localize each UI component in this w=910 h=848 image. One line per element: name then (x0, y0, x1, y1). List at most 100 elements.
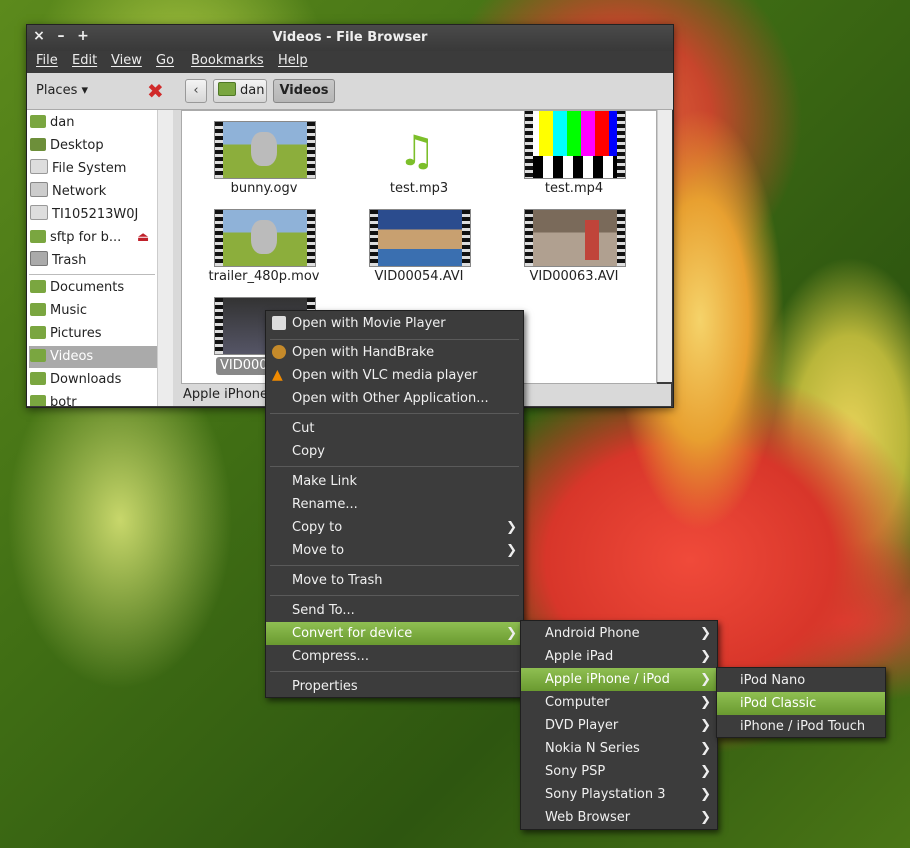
file-thumbnail-vid00054[interactable] (369, 209, 471, 267)
sidebar-label: Documents (50, 280, 125, 295)
menu-help[interactable]: Help (278, 53, 308, 68)
menu-label: iPod Nano (740, 673, 806, 688)
sidebar-item-drive[interactable]: TI105213W0J (29, 204, 157, 226)
file-name[interactable]: VID00054.AVI (344, 269, 494, 284)
sidebar-item-sftp[interactable]: sftp for b... ⏏ (29, 227, 157, 249)
file-view-scrollbar[interactable] (657, 110, 672, 382)
vlc-cone-icon: ▲ (272, 367, 283, 383)
trash-icon (30, 251, 48, 266)
back-button[interactable]: ‹ (185, 79, 207, 103)
menu-item-sony-psp[interactable]: Sony PSP ❯ (521, 760, 717, 783)
menu-item-compress[interactable]: Compress... (266, 645, 523, 668)
menu-item-web-browser[interactable]: Web Browser ❯ (521, 806, 717, 829)
chevron-right-icon: ❯ (700, 695, 711, 710)
sidebar-item-trash[interactable]: Trash (29, 250, 157, 272)
menu-item-apple-ipad[interactable]: Apple iPad ❯ (521, 645, 717, 668)
menu-item-move-to-trash[interactable]: Move to Trash (266, 569, 523, 592)
documents-folder-icon (30, 280, 46, 293)
menu-item-cut[interactable]: Cut (266, 417, 523, 440)
file-thumbnail-bunny[interactable] (214, 121, 316, 179)
menu-label: iPod Classic (740, 696, 817, 711)
menu-label: Make Link (292, 474, 357, 489)
menu-item-dvd-player[interactable]: DVD Player ❯ (521, 714, 717, 737)
folder-icon (30, 395, 46, 406)
menu-separator (270, 595, 519, 596)
places-dropdown[interactable]: Places ▾ (36, 83, 88, 98)
menu-go[interactable]: Go (156, 53, 174, 68)
file-name[interactable]: trailer_480p.mov (189, 269, 339, 284)
menu-item-ipod-nano[interactable]: iPod Nano (717, 669, 885, 692)
chevron-right-icon: ❯ (700, 626, 711, 641)
menu-item-iphone-ipod-touch[interactable]: iPhone / iPod Touch (717, 715, 885, 738)
menu-item-make-link[interactable]: Make Link (266, 470, 523, 493)
menu-item-computer[interactable]: Computer ❯ (521, 691, 717, 714)
menu-label: Sony PSP (545, 764, 606, 779)
drive-icon (30, 205, 48, 220)
sidebar-item-network[interactable]: Network (29, 181, 157, 203)
sidebar-item-botr[interactable]: botr (29, 392, 157, 406)
music-folder-icon (30, 303, 46, 316)
menu-item-sony-playstation-3[interactable]: Sony Playstation 3 ❯ (521, 783, 717, 806)
menu-label: Android Phone (545, 626, 640, 641)
menu-item-nokia-n-series[interactable]: Nokia N Series ❯ (521, 737, 717, 760)
chevron-down-icon: ▾ (77, 83, 89, 98)
chevron-right-icon: ❯ (700, 718, 711, 733)
downloads-folder-icon (30, 372, 46, 385)
sidebar-item-music[interactable]: Music (29, 300, 157, 322)
menu-item-rename[interactable]: Rename... (266, 493, 523, 516)
sidebar-item-videos[interactable]: Videos (29, 346, 157, 368)
music-file-icon[interactable]: ♫ (398, 129, 436, 173)
sidebar-item-pictures[interactable]: Pictures (29, 323, 157, 345)
menu-item-open-movie-player[interactable]: Open with Movie Player (266, 312, 523, 335)
menu-item-open-other[interactable]: Open with Other Application... (266, 387, 523, 410)
menu-label: Open with Other Application... (292, 391, 489, 406)
menu-item-ipod-classic[interactable]: iPod Classic (717, 692, 885, 715)
file-name[interactable]: test.mp4 (499, 181, 649, 196)
menu-item-open-handbrake[interactable]: Open with HandBrake (266, 341, 523, 364)
title-bar[interactable]: × – + Videos - File Browser (27, 25, 673, 51)
menu-file[interactable]: File (36, 53, 58, 68)
sidebar-item-dan[interactable]: dan (29, 112, 157, 134)
sidebar-scrollbar[interactable] (157, 110, 173, 406)
menu-label: iPhone / iPod Touch (740, 719, 866, 734)
sidebar-item-downloads[interactable]: Downloads (29, 369, 157, 391)
menu-item-convert-for-device[interactable]: Convert for device ❯ (266, 622, 523, 645)
chevron-right-icon: ❯ (506, 626, 517, 641)
breadcrumb-videos[interactable]: Videos (273, 79, 335, 103)
menu-item-move-to[interactable]: Move to ❯ (266, 539, 523, 562)
breadcrumb-dan[interactable]: dan (213, 79, 267, 103)
menu-item-open-vlc[interactable]: ▲ Open with VLC media player (266, 364, 523, 387)
menu-item-apple-iphone-ipod[interactable]: Apple iPhone / iPod ❯ (521, 668, 717, 691)
menu-item-copy[interactable]: Copy (266, 440, 523, 463)
close-sidebar-icon[interactable]: ✖ (147, 79, 164, 103)
file-thumbnail-trailer[interactable] (214, 209, 316, 267)
sidebar-label: Pictures (50, 326, 102, 341)
menu-label: Move to Trash (292, 573, 383, 588)
file-name[interactable]: bunny.ogv (189, 181, 339, 196)
menu-label: DVD Player (545, 718, 619, 733)
sidebar-item-filesystem[interactable]: File System (29, 158, 157, 180)
sidebar-label: botr (50, 395, 77, 406)
menu-bar: File Edit View Go Bookmarks Help (27, 51, 673, 73)
menu-item-android-phone[interactable]: Android Phone ❯ (521, 622, 717, 645)
sidebar-item-documents[interactable]: Documents (29, 277, 157, 299)
eject-icon[interactable]: ⏏ (137, 227, 149, 249)
sidebar-item-desktop[interactable]: Desktop (29, 135, 157, 157)
file-name[interactable]: test.mp3 (344, 181, 494, 196)
menu-item-properties[interactable]: Properties (266, 675, 523, 698)
menu-item-copy-to[interactable]: Copy to ❯ (266, 516, 523, 539)
file-name[interactable]: VID00063.AVI (499, 269, 649, 284)
file-thumbnail-test-mp4[interactable] (524, 111, 626, 179)
menu-label: Copy to (292, 520, 343, 535)
file-thumbnail-vid00063[interactable] (524, 209, 626, 267)
menu-label: Copy (292, 444, 325, 459)
menu-edit[interactable]: Edit (72, 53, 97, 68)
menu-bookmarks[interactable]: Bookmarks (191, 53, 264, 68)
chevron-right-icon: ❯ (700, 810, 711, 825)
ipod-submenu: iPod Nano iPod Classic iPhone / iPod Tou… (716, 667, 886, 738)
menu-view[interactable]: View (111, 53, 142, 68)
pictures-folder-icon (30, 326, 46, 339)
menu-item-send-to[interactable]: Send To... (266, 599, 523, 622)
pane-splitter[interactable] (173, 110, 181, 406)
menu-label: Sony Playstation 3 (545, 787, 666, 802)
